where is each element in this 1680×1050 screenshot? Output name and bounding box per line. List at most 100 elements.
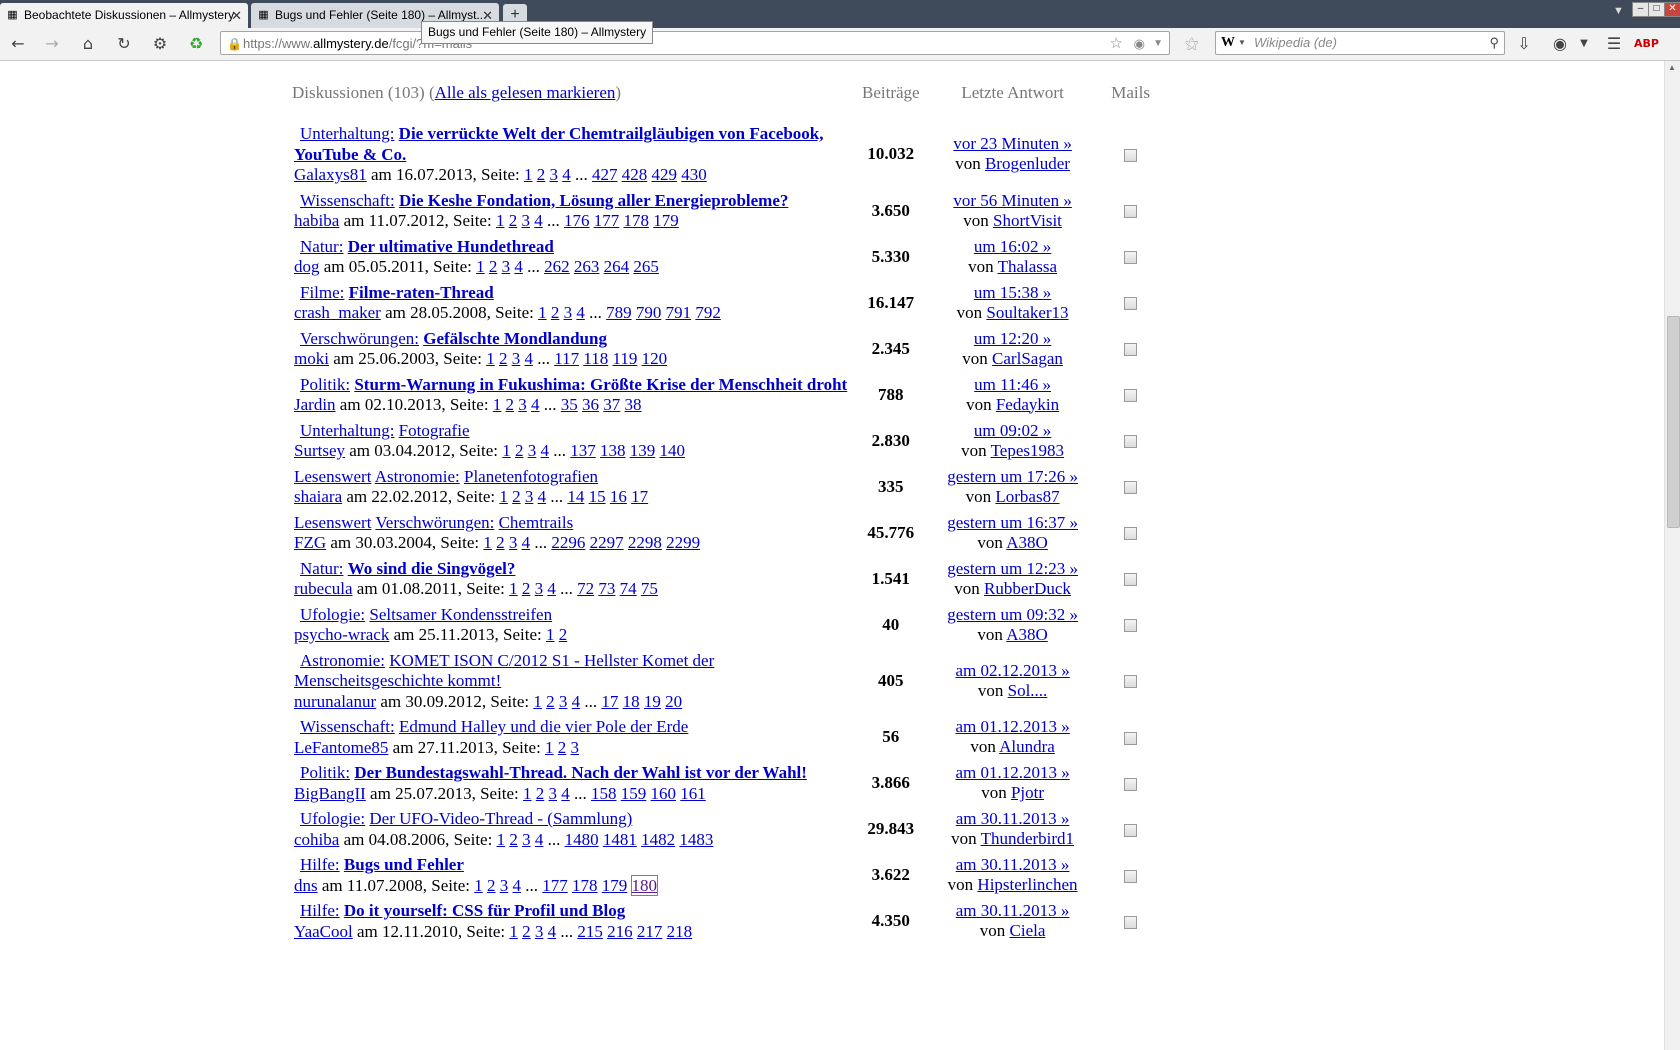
pocket-dropdown-icon[interactable]: ▼ <box>1572 32 1596 56</box>
bookmark-star-icon[interactable]: ☆ <box>1110 32 1123 56</box>
last-reply-user-link[interactable]: Pjotr <box>1011 783 1044 802</box>
page-link[interactable]: 3 <box>502 257 511 276</box>
page-link[interactable]: 2 <box>551 303 560 322</box>
mail-notify-checkbox[interactable] <box>1124 915 1138 929</box>
page-link[interactable]: 159 <box>621 784 647 803</box>
thread-title-link[interactable]: Der ultimative Hundethread <box>348 237 554 256</box>
thread-title-link[interactable]: Gefälschte Mondlandung <box>423 329 607 348</box>
page-link[interactable]: 1 <box>546 625 555 644</box>
page-link[interactable]: 264 <box>604 257 630 276</box>
category-link[interactable]: Verschwörungen: <box>375 513 494 532</box>
category-link[interactable]: Hilfe: <box>300 855 340 874</box>
url-history-dropdown-icon[interactable]: ▼ <box>1153 32 1163 56</box>
maximize-window-button[interactable]: □ <box>1648 2 1665 17</box>
last-reply-user-link[interactable]: Brogenluder <box>985 154 1070 173</box>
page-link[interactable]: 1 <box>476 257 485 276</box>
last-reply-time-link[interactable]: um 11:46 » <box>974 375 1051 394</box>
page-link[interactable]: 180 <box>630 874 658 896</box>
page-link[interactable]: 176 <box>564 211 590 230</box>
page-link[interactable]: 3 <box>549 784 558 803</box>
page-link[interactable]: 216 <box>607 922 633 941</box>
page-link[interactable]: 1 <box>538 303 547 322</box>
mail-notify-checkbox[interactable] <box>1124 823 1138 837</box>
category-link[interactable]: Natur: <box>300 237 343 256</box>
mail-notify-checkbox[interactable] <box>1124 435 1138 449</box>
last-reply-time-link[interactable]: am 30.11.2013 » <box>956 855 1070 874</box>
last-reply-time-link[interactable]: vor 23 Minuten » <box>953 134 1072 153</box>
list-all-tabs-icon[interactable]: ▼ <box>1613 5 1624 17</box>
menu-icon[interactable]: ☰ <box>1602 32 1626 56</box>
last-reply-time-link[interactable]: um 09:02 » <box>974 421 1051 440</box>
page-link[interactable]: 4 <box>535 830 544 849</box>
page-link[interactable]: 2 <box>487 876 496 895</box>
wikipedia-engine-icon[interactable]: W <box>1221 32 1235 54</box>
page-link[interactable]: 72 <box>577 579 594 598</box>
page-link[interactable]: 119 <box>612 349 637 368</box>
page-link[interactable]: 17 <box>601 692 618 711</box>
page-link[interactable]: 218 <box>667 922 693 941</box>
page-link[interactable]: 1 <box>499 487 508 506</box>
search-engine-dropdown-icon[interactable]: ▼ <box>1238 32 1246 54</box>
page-link[interactable]: 2 <box>537 165 546 184</box>
page-link[interactable]: 4 <box>514 257 523 276</box>
category-link[interactable]: Unterhaltung: <box>300 421 394 440</box>
author-link[interactable]: Surtsey <box>294 441 345 460</box>
page-link[interactable]: 1 <box>483 533 492 552</box>
page-link[interactable]: 2 <box>506 395 515 414</box>
mail-notify-checkbox[interactable] <box>1124 389 1138 403</box>
page-link[interactable]: 2297 <box>590 533 624 552</box>
page-link[interactable]: 3 <box>522 830 531 849</box>
page-link[interactable]: 4 <box>547 579 556 598</box>
page-link[interactable]: 75 <box>641 579 658 598</box>
page-link[interactable]: 2 <box>496 533 505 552</box>
mail-notify-checkbox[interactable] <box>1124 205 1138 219</box>
last-reply-user-link[interactable]: Lorbas87 <box>995 487 1059 506</box>
last-reply-user-link[interactable]: A38O <box>1006 533 1048 552</box>
page-link[interactable]: 1 <box>545 738 554 757</box>
last-reply-time-link[interactable]: gestern um 12:23 » <box>947 559 1078 578</box>
page-link[interactable]: 1 <box>533 692 542 711</box>
page-link[interactable]: 3 <box>535 579 544 598</box>
last-reply-time-link[interactable]: am 30.11.2013 » <box>956 809 1070 828</box>
page-link[interactable]: 3 <box>549 165 558 184</box>
address-bar[interactable]: 🔒 https://www.allmystery.de/fcgi/?m=mail… <box>220 31 1170 55</box>
page-link[interactable]: 4 <box>548 922 557 941</box>
page-link[interactable]: 790 <box>636 303 662 322</box>
page-link[interactable]: 14 <box>567 487 584 506</box>
page-link[interactable]: 1483 <box>679 830 713 849</box>
page-link[interactable]: 36 <box>582 395 599 414</box>
page-link[interactable]: 1 <box>509 579 518 598</box>
page-link[interactable]: 1481 <box>603 830 637 849</box>
page-link[interactable]: 428 <box>622 165 648 184</box>
page-link[interactable]: 20 <box>665 692 682 711</box>
page-link[interactable]: 3 <box>571 738 580 757</box>
scroll-up-arrow-icon[interactable]: ▲ <box>1668 63 1676 72</box>
thread-title-link[interactable]: Filme-raten-Thread <box>349 283 494 302</box>
category-link[interactable]: Wissenschaft: <box>300 717 395 736</box>
download-arrow-icon[interactable]: ⇩ <box>1512 32 1536 56</box>
thread-title-link[interactable]: Bugs und Fehler <box>344 855 464 874</box>
page-link[interactable]: 2 <box>522 922 531 941</box>
last-reply-user-link[interactable]: A38O <box>1006 625 1048 644</box>
last-reply-time-link[interactable]: gestern um 16:37 » <box>947 513 1078 532</box>
category-link[interactable]: Ufologie: <box>300 809 365 828</box>
last-reply-user-link[interactable]: Sol.... <box>1008 681 1048 700</box>
page-link[interactable]: 4 <box>538 487 547 506</box>
page-link[interactable]: 3 <box>521 211 530 230</box>
author-link[interactable]: FZG <box>294 533 326 552</box>
page-link[interactable]: 2299 <box>666 533 700 552</box>
page-link[interactable]: 17 <box>631 487 648 506</box>
search-magnifier-icon[interactable]: ⚲ <box>1489 32 1499 54</box>
last-reply-time-link[interactable]: am 02.12.2013 » <box>955 661 1069 680</box>
page-link[interactable]: 2298 <box>628 533 662 552</box>
last-reply-user-link[interactable]: Tepes1983 <box>991 441 1064 460</box>
page-link[interactable]: 789 <box>606 303 632 322</box>
page-link[interactable]: 2 <box>522 579 531 598</box>
page-link[interactable]: 263 <box>574 257 600 276</box>
last-reply-time-link[interactable]: gestern um 09:32 » <box>947 605 1078 624</box>
last-reply-user-link[interactable]: Thalassa <box>998 257 1057 276</box>
author-link[interactable]: rubecula <box>294 579 353 598</box>
page-link[interactable]: 15 <box>589 487 606 506</box>
page-link[interactable]: 3 <box>525 487 534 506</box>
page-link[interactable]: 1480 <box>565 830 599 849</box>
